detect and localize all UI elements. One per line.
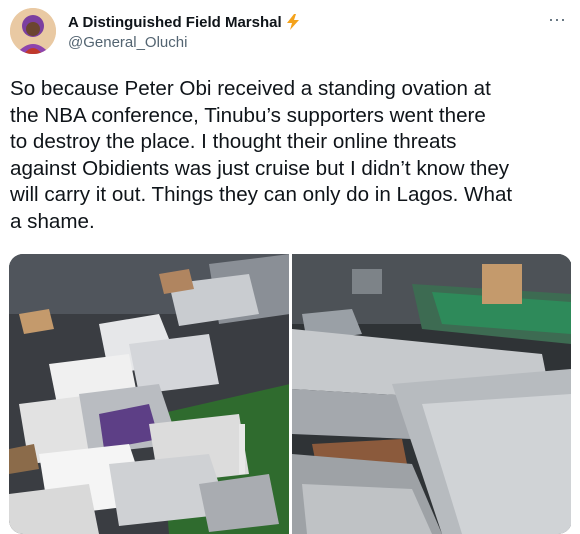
photo-debris-right[interactable] (292, 254, 572, 534)
more-horizontal-icon[interactable]: ··· (548, 10, 566, 28)
tweet[interactable]: A Distinguished Field Marshal @General_O… (0, 0, 580, 534)
display-name[interactable]: A Distinguished Field Marshal (68, 14, 282, 31)
tweet-text: So because Peter Obi received a standing… (10, 77, 513, 233)
tweet-media[interactable] (9, 254, 572, 534)
photo-debris-left[interactable] (9, 254, 289, 534)
user-handle[interactable]: @General_Oluchi (68, 34, 300, 51)
author-names: A Distinguished Field Marshal @General_O… (68, 12, 300, 51)
tweet-header: A Distinguished Field Marshal @General_O… (10, 8, 570, 58)
avatar[interactable] (10, 8, 56, 54)
lightning-bolt-icon (286, 14, 300, 30)
avatar-image (10, 8, 56, 54)
